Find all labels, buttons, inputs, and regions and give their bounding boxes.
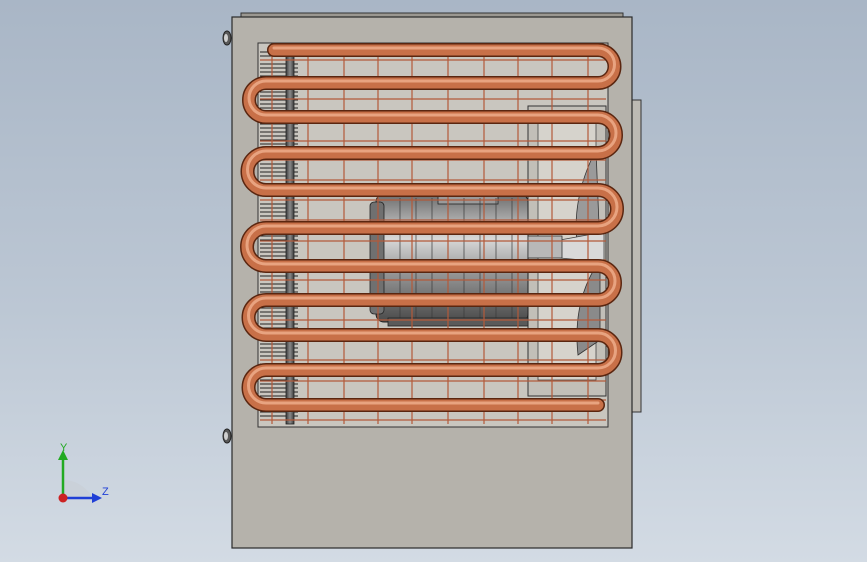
y-axis-label: Y xyxy=(60,442,68,454)
z-axis-label: Z xyxy=(102,486,109,498)
hinge-bolt-bottom xyxy=(222,428,232,444)
z-axis-arrow xyxy=(92,493,102,503)
motor-shaft xyxy=(527,235,563,259)
3d-viewport[interactable]: Y Z xyxy=(0,0,867,562)
triad-xz-plane xyxy=(63,480,92,498)
x-axis-origin xyxy=(58,493,68,503)
axis-triad[interactable]: Y Z xyxy=(50,440,120,510)
motor-base xyxy=(387,317,529,327)
model-canvas[interactable] xyxy=(0,0,867,562)
hinge-bolt-top xyxy=(222,30,232,46)
